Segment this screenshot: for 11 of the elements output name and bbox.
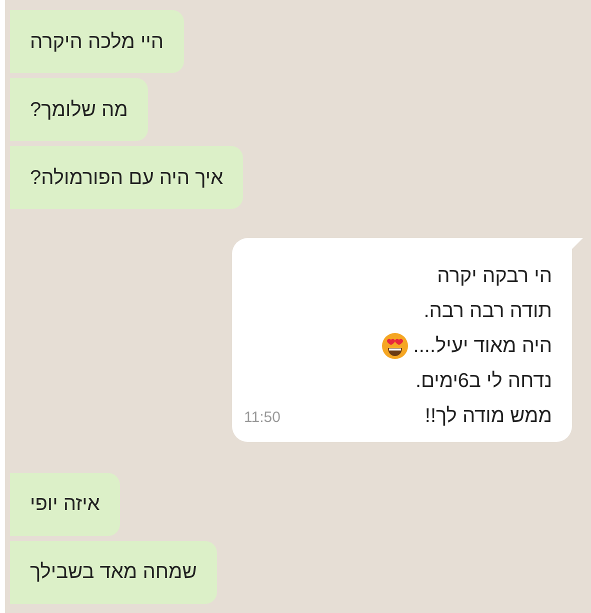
message-text: איזה יופי [30, 492, 100, 517]
message-text: היה מאוד יעיל.... [413, 334, 552, 358]
message-text: היי מלכה היקרה [30, 30, 164, 54]
message-time: 11:50 [244, 408, 280, 428]
message-text: שמחה מאד בשבילך [30, 560, 197, 585]
message-text: איך היה עם הפורמולה? [30, 166, 224, 190]
message-text: תודה רבה רבה. [424, 298, 552, 324]
message-text: נדחה לי ב6ימים. [415, 368, 552, 394]
message-text: ממש מודה לך!! [424, 404, 552, 428]
message-text: הי רבקה יקרה [437, 264, 552, 288]
message-text: מה שלומך? [30, 98, 128, 122]
